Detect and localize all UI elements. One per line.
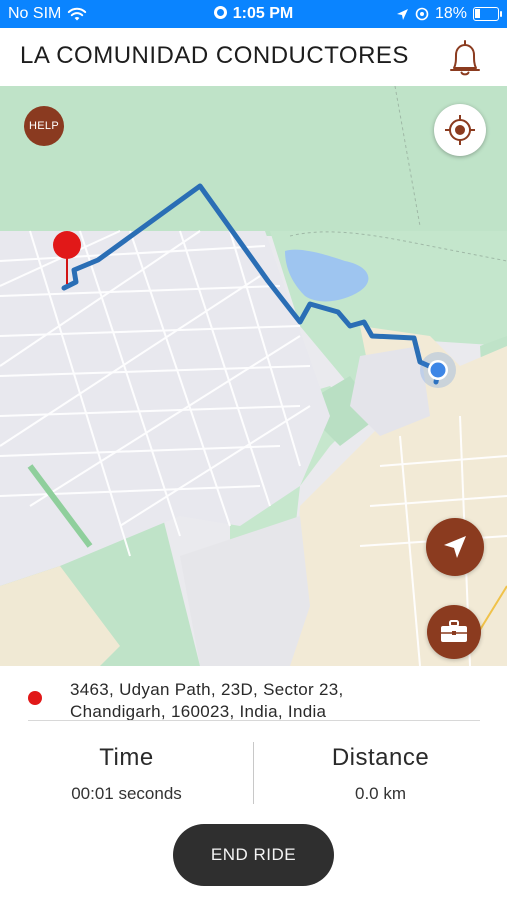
destination-address: 3463, Udyan Path, 23D, Sector 23, Chandi…	[0, 666, 507, 722]
battery-icon	[473, 7, 502, 21]
distance-label: Distance	[331, 744, 430, 771]
clock-text: 1:05 PM	[232, 5, 294, 22]
help-button[interactable]: HELP	[24, 106, 64, 146]
app-header: LA COMUNIDAD CONDUCTORES	[0, 28, 507, 86]
navigation-arrow-icon	[396, 8, 408, 20]
distance-value: 0.0 km	[354, 784, 407, 803]
page-title: LA COMUNIDAD CONDUCTORES	[20, 42, 409, 69]
briefcase-button[interactable]	[427, 605, 481, 659]
map-canvas[interactable]	[0, 86, 507, 666]
map-park-area	[0, 86, 507, 236]
recenter-button[interactable]	[434, 104, 486, 156]
crosshair-icon	[445, 115, 475, 145]
time-stat: Time 00:01 seconds	[0, 744, 253, 804]
alarm-lock-icon	[415, 7, 429, 21]
navigation-arrow-icon	[444, 536, 466, 558]
briefcase-icon	[441, 620, 467, 642]
navigate-button[interactable]	[426, 518, 484, 576]
destination-dot-icon	[28, 691, 42, 705]
current-location-icon	[420, 352, 456, 388]
battery-percent: 18%	[434, 5, 467, 22]
divider	[28, 720, 480, 721]
location-services-icon	[213, 6, 227, 19]
end-ride-button[interactable]: END RIDE	[173, 824, 334, 886]
help-label: HELP	[29, 120, 59, 132]
status-bar: No SIM 1:05 PM 18%	[0, 0, 507, 28]
status-right: 18%	[396, 5, 502, 23]
distance-stat: Distance 0.0 km	[254, 744, 507, 804]
time-label: Time	[99, 744, 154, 771]
address-line1: 3463, Udyan Path, 23D, Sector 23,	[70, 680, 344, 699]
address-text: 3463, Udyan Path, 23D, Sector 23, Chandi…	[70, 679, 490, 723]
map-view[interactable]	[0, 86, 507, 666]
map-urban-area	[180, 516, 310, 666]
time-value: 00:01 seconds	[71, 784, 182, 803]
bell-icon[interactable]	[443, 36, 487, 80]
